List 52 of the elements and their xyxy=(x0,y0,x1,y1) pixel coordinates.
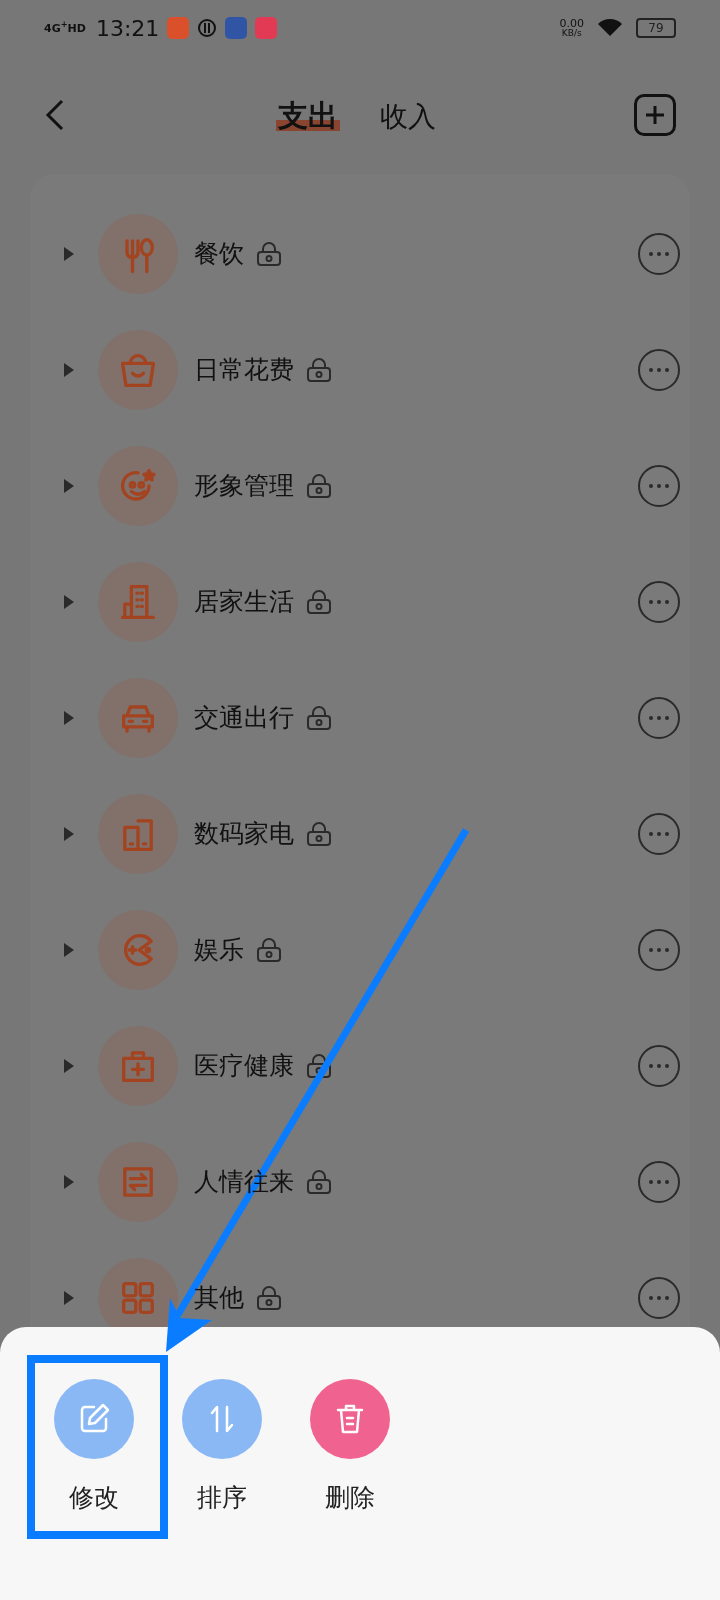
ellipsis-icon xyxy=(648,947,670,953)
expand-arrow-icon[interactable] xyxy=(62,825,76,843)
more-button[interactable] xyxy=(638,929,680,971)
expand-arrow-icon[interactable] xyxy=(62,1057,76,1075)
category-label: 居家生活 xyxy=(194,586,294,619)
more-button[interactable] xyxy=(638,581,680,623)
category-label: 餐饮 xyxy=(194,238,244,271)
ellipsis-icon xyxy=(648,483,670,489)
more-button[interactable] xyxy=(638,1161,680,1203)
speed-unit: KB/s xyxy=(561,29,582,38)
more-button[interactable] xyxy=(638,1045,680,1087)
more-button[interactable] xyxy=(638,813,680,855)
ellipsis-icon xyxy=(648,367,670,373)
expand-arrow-icon[interactable] xyxy=(62,1289,76,1307)
more-button[interactable] xyxy=(638,349,680,391)
expand-arrow-icon[interactable] xyxy=(62,709,76,727)
ellipsis-icon xyxy=(648,1295,670,1301)
ellipsis-icon xyxy=(648,599,670,605)
category-label: 医疗健康 xyxy=(194,1050,294,1083)
ellipsis-icon xyxy=(648,251,670,257)
tab[interactable]: 收入 xyxy=(380,95,436,138)
more-button[interactable] xyxy=(638,233,680,275)
ellipsis-icon xyxy=(648,715,670,721)
expand-arrow-icon[interactable] xyxy=(62,941,76,959)
wifi-icon xyxy=(598,19,622,37)
ellipsis-icon xyxy=(648,831,670,837)
plus-icon xyxy=(644,104,666,126)
more-button[interactable] xyxy=(638,1277,680,1319)
more-button[interactable] xyxy=(638,465,680,507)
app-notification-icon xyxy=(167,17,190,39)
ellipsis-icon xyxy=(648,1179,670,1185)
network-speed: 0.00 xyxy=(559,18,584,29)
battery-indicator: 79 xyxy=(636,18,676,38)
app-notification-icon xyxy=(225,17,248,39)
network-indicator: 4G$^{+}$HD xyxy=(44,22,86,34)
expand-arrow-icon[interactable] xyxy=(62,593,76,611)
expand-arrow-icon[interactable] xyxy=(62,245,76,263)
category-label: 数码家电 xyxy=(194,818,294,851)
category-label: 日常花费 xyxy=(194,354,294,387)
category-label: 形象管理 xyxy=(194,470,294,503)
expand-arrow-icon[interactable] xyxy=(62,477,76,495)
more-button[interactable] xyxy=(638,697,680,739)
add-button[interactable] xyxy=(634,94,676,136)
app-notification-icon xyxy=(255,17,278,39)
app-notification-icon xyxy=(197,18,218,38)
category-label: 交通出行 xyxy=(194,702,294,735)
ellipsis-icon xyxy=(648,1063,670,1069)
expand-arrow-icon[interactable] xyxy=(62,361,76,379)
expand-arrow-icon[interactable] xyxy=(62,1173,76,1191)
category-label: 其他 xyxy=(194,1282,244,1315)
category-label: 娱乐 xyxy=(194,934,244,967)
clock: 13:21 xyxy=(95,14,160,43)
